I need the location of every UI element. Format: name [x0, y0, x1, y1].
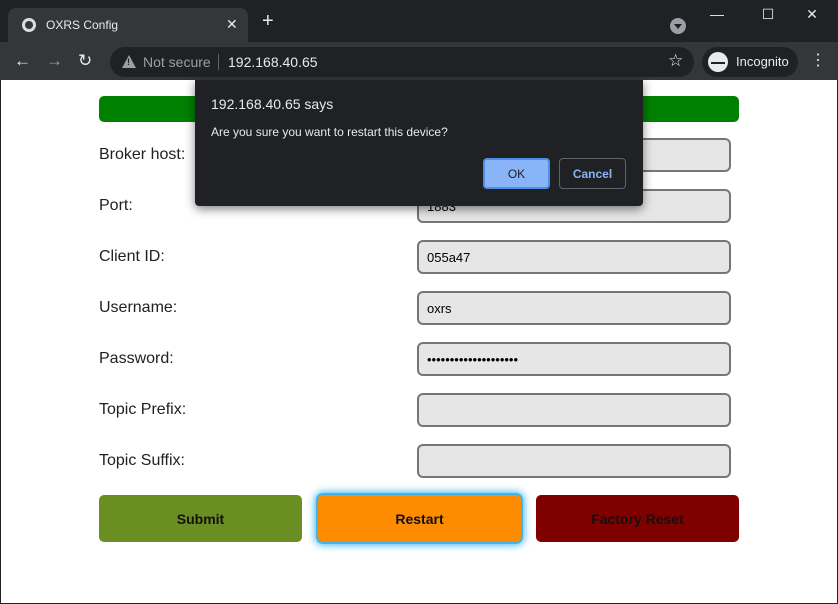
- dialog-title: 192.168.40.65 says: [211, 96, 334, 112]
- dialog-cancel-button[interactable]: Cancel: [559, 158, 626, 189]
- incognito-icon: [708, 52, 728, 72]
- tab-title: OXRS Config: [46, 18, 119, 32]
- password-input[interactable]: [417, 342, 731, 376]
- tab-search-icon[interactable]: [670, 18, 686, 34]
- restart-button[interactable]: Restart: [318, 495, 521, 542]
- client-id-input[interactable]: [417, 240, 731, 274]
- browser-menu-icon[interactable]: ⋮: [810, 51, 826, 71]
- bookmark-star-icon[interactable]: ☆: [668, 51, 683, 71]
- tab-close-icon[interactable]: ✕: [226, 15, 238, 33]
- forward-button[interactable]: →: [46, 51, 63, 71]
- dialog-message: Are you sure you want to restart this de…: [211, 125, 448, 139]
- username-input[interactable]: [417, 291, 731, 325]
- warning-icon[interactable]: [122, 55, 136, 68]
- new-tab-button[interactable]: +: [262, 11, 274, 31]
- confirm-dialog: 192.168.40.65 says Are you sure you want…: [195, 80, 643, 206]
- minimize-button[interactable]: —: [705, 6, 729, 22]
- topic-suffix-label: Topic Suffix:: [99, 452, 185, 469]
- topic-suffix-input[interactable]: [417, 444, 731, 478]
- address-bar[interactable]: Not secure 192.168.40.65 ☆: [110, 47, 694, 77]
- dialog-ok-button[interactable]: OK: [483, 158, 550, 189]
- factory-reset-button[interactable]: Factory Reset: [536, 495, 739, 542]
- password-label: Password:: [99, 350, 174, 367]
- reload-button[interactable]: ↻: [78, 51, 92, 71]
- topic-prefix-label: Topic Prefix:: [99, 401, 187, 418]
- client-id-label: Client ID:: [99, 248, 165, 265]
- submit-button[interactable]: Submit: [99, 495, 302, 542]
- back-button[interactable]: ←: [14, 51, 31, 71]
- broker-host-label: Broker host:: [99, 146, 186, 163]
- topic-prefix-input[interactable]: [417, 393, 731, 427]
- browser-toolbar: ← → ↻ Not secure 192.168.40.65 ☆ Incogni…: [0, 42, 838, 80]
- port-label: Port:: [99, 197, 133, 214]
- security-label[interactable]: Not secure: [143, 54, 211, 70]
- username-label: Username:: [99, 299, 178, 316]
- browser-tab[interactable]: OXRS Config ✕: [8, 8, 248, 42]
- url-divider: [218, 54, 219, 70]
- incognito-badge[interactable]: Incognito: [702, 47, 798, 77]
- browser-title-bar: OXRS Config ✕ + — ☐ ✕: [0, 0, 838, 42]
- globe-icon: [22, 18, 36, 32]
- maximize-button[interactable]: ☐: [756, 6, 780, 23]
- url-text[interactable]: 192.168.40.65: [228, 54, 318, 70]
- close-window-button[interactable]: ✕: [800, 6, 824, 23]
- incognito-label: Incognito: [736, 54, 789, 69]
